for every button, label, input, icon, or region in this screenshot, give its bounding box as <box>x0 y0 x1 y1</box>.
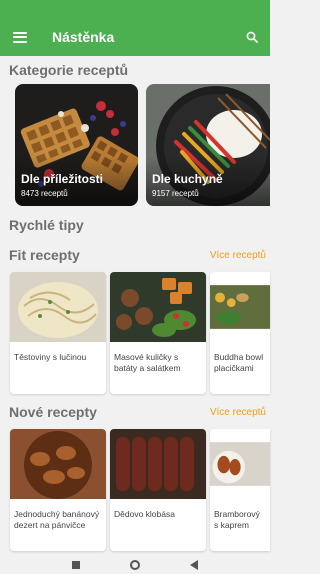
buddha-bowl-image <box>210 285 270 329</box>
meatballs-image <box>110 272 206 342</box>
category-name: Dle příležitosti <box>21 172 104 186</box>
back-icon[interactable] <box>190 560 198 570</box>
category-card-occasion[interactable]: Dle příležitosti 8473 receptů <box>15 84 138 206</box>
recipe-title: Dědovo klobása <box>114 509 175 519</box>
search-icon <box>246 31 258 43</box>
recipe-title: Bramborový s kaprem <box>214 509 260 530</box>
categories-section-title: Kategorie receptů <box>9 62 129 78</box>
recipe-title: Masové kuličky s batáty a salátkem <box>114 352 181 373</box>
recipe-card[interactable]: Těstoviny s lučinou <box>10 272 106 394</box>
pasta-image <box>10 272 106 342</box>
home-icon[interactable] <box>130 560 140 570</box>
recipe-title: Jednoduchý banánový dezert na pánvičce <box>14 509 100 530</box>
recipe-card[interactable]: Bramborový s kaprem <box>210 429 270 551</box>
category-count: 8473 receptů <box>21 189 68 198</box>
status-bar <box>0 0 270 18</box>
recipe-card[interactable]: Dědovo klobása <box>110 429 206 551</box>
category-count: 9157 receptů <box>152 189 199 198</box>
tips-section-title: Rychlé tipy <box>9 217 84 233</box>
recipe-card[interactable]: Jednoduchý banánový dezert na pánvičce <box>10 429 106 551</box>
potato-carp-image <box>210 442 270 486</box>
recipe-title: Buddha bowl placičkami <box>214 352 264 373</box>
search-button[interactable] <box>234 18 270 56</box>
hamburger-menu-icon <box>13 31 27 43</box>
page-title: Nástěnka <box>52 29 115 45</box>
category-name: Dle kuchyně <box>152 172 223 186</box>
recipe-title: Těstoviny s lučinou <box>14 352 87 362</box>
recipe-card[interactable]: Masové kuličky s batáty a salátkem <box>110 272 206 394</box>
system-nav-bar <box>0 556 270 574</box>
recent-apps-icon[interactable] <box>72 561 80 569</box>
fit-section-title: Fit recepty <box>9 247 80 263</box>
category-card-cuisine[interactable]: Dle kuchyně 9157 receptů <box>146 84 270 206</box>
sausage-image <box>110 429 206 499</box>
fit-more-link[interactable]: Více receptů <box>210 250 266 261</box>
menu-button[interactable] <box>0 18 40 56</box>
new-more-link[interactable]: Více receptů <box>210 407 266 418</box>
banana-dessert-image <box>10 429 106 499</box>
recipe-card[interactable]: Buddha bowl placičkami <box>210 272 270 394</box>
app-bar: Nástěnka <box>0 18 270 56</box>
new-section-title: Nové recepty <box>9 404 97 420</box>
